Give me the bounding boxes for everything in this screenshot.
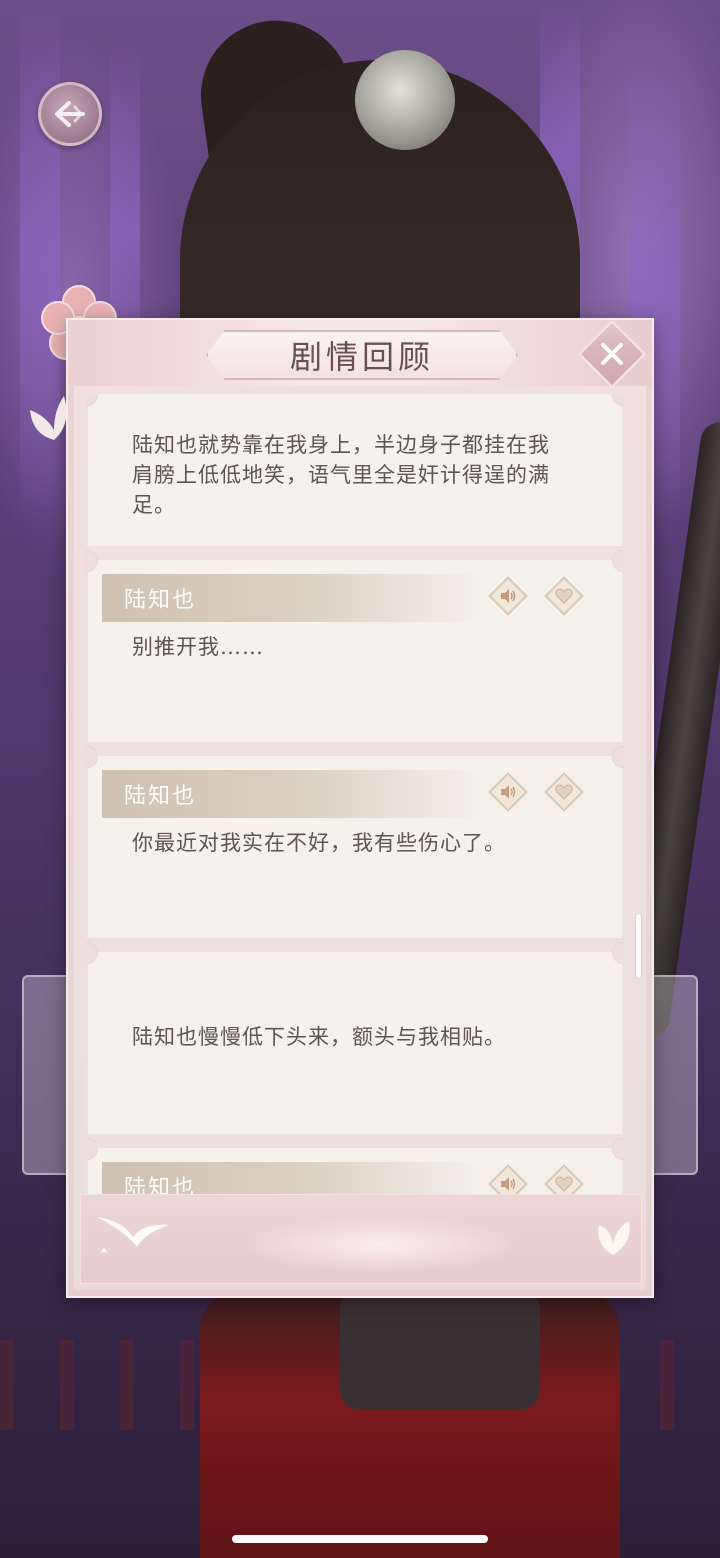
narration-text: 陆知也慢慢低下头来，额头与我相贴。 bbox=[132, 1025, 506, 1049]
speaker-icon bbox=[501, 785, 516, 799]
dialog-header: 剧情回顾 bbox=[68, 320, 652, 388]
back-button[interactable] bbox=[38, 82, 102, 146]
heart-icon bbox=[555, 784, 573, 800]
butterfly-icon bbox=[598, 1221, 630, 1255]
like-button[interactable] bbox=[544, 576, 584, 616]
home-indicator[interactable] bbox=[232, 1535, 488, 1543]
narration-card: 陆知也就势靠在我身上，半边身子都挂在我肩膀上低低地笑，语气里全是奸计得逞的满足。 bbox=[86, 394, 624, 546]
dialogue-text: 你最近对我实在不好，我有些伤心了。 bbox=[132, 831, 506, 855]
heart-icon bbox=[555, 1176, 573, 1192]
scrollbar[interactable] bbox=[636, 914, 641, 978]
narration-text: 陆知也就势靠在我身上，半边身子都挂在我肩膀上低低地笑，语气里全是奸计得逞的满足。 bbox=[132, 433, 550, 517]
dialogue-card: 陆知也 你最近对我实在不好，我有些伤心了。 bbox=[86, 746, 624, 938]
speaker-name-bar: 陆知也 bbox=[102, 770, 486, 818]
story-review-dialog: 剧情回顾 陆知也就势靠在我身上，半边身子都挂在我肩膀上低低地笑，语气里全是奸计得… bbox=[66, 318, 654, 1298]
close-icon bbox=[601, 343, 623, 365]
speaker-icon bbox=[501, 1177, 516, 1191]
voice-button[interactable] bbox=[488, 772, 528, 812]
speaker-name: 陆知也 bbox=[124, 784, 197, 809]
speaker-name-bar: 陆知也 bbox=[102, 574, 486, 622]
story-log-list[interactable]: 陆知也就势靠在我身上，半边身子都挂在我肩膀上低低地笑，语气里全是奸计得逞的满足。… bbox=[86, 394, 624, 1202]
like-button[interactable] bbox=[544, 772, 584, 812]
close-button[interactable] bbox=[578, 320, 646, 388]
hair-ornament bbox=[355, 50, 455, 150]
dialogue-card: 陆知也 别推开我…… bbox=[86, 550, 624, 742]
speaker-icon bbox=[501, 589, 516, 603]
heart-icon bbox=[555, 588, 573, 604]
title-plate: 剧情回顾 bbox=[206, 330, 518, 380]
dialog-footer-decoration bbox=[80, 1194, 642, 1284]
speaker-name: 陆知也 bbox=[124, 588, 197, 613]
butterfly-icon bbox=[30, 396, 67, 440]
narration-card: 陆知也慢慢低下头来，额头与我相贴。 bbox=[86, 942, 624, 1134]
dialogue-text: 别推开我…… bbox=[132, 635, 264, 659]
dialog-title: 剧情回顾 bbox=[289, 338, 434, 376]
robe-belt bbox=[340, 1290, 540, 1410]
voice-button[interactable] bbox=[488, 576, 528, 616]
back-arrow-icon bbox=[55, 101, 85, 127]
bird-icon bbox=[97, 1217, 169, 1253]
